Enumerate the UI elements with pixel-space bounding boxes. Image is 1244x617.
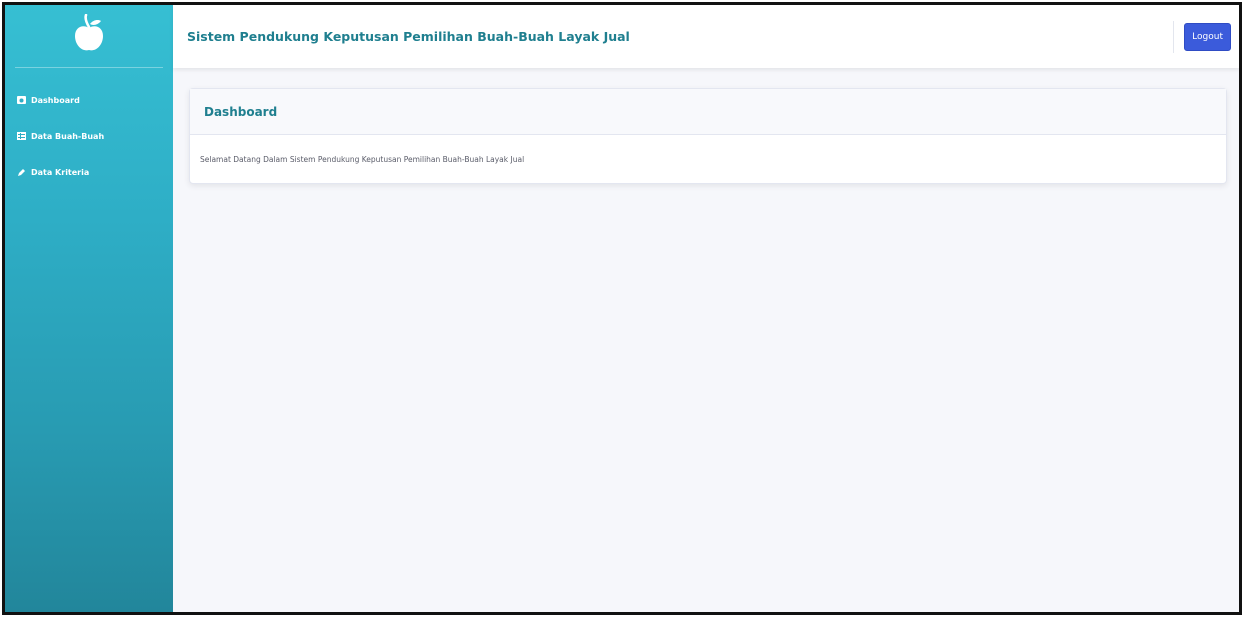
main-area: Sistem Pendukung Keputusan Pemilihan Bua…	[173, 5, 1239, 612]
topbar: Sistem Pendukung Keputusan Pemilihan Bua…	[173, 5, 1239, 68]
page-title: Sistem Pendukung Keputusan Pemilihan Bua…	[187, 29, 630, 44]
app-window: Dashboard Data Buah-Buah Data Kriteria S…	[2, 2, 1242, 615]
logout-button[interactable]: Logout	[1184, 22, 1231, 51]
card-title: Dashboard	[190, 89, 1226, 135]
sidebar-nav: Dashboard Data Buah-Buah Data Kriteria	[5, 68, 173, 190]
sidebar-item-label: Dashboard	[31, 95, 80, 105]
sidebar-item-label: Data Kriteria	[31, 167, 90, 177]
apple-icon	[72, 13, 106, 58]
topbar-divider	[1173, 20, 1175, 53]
topbar-right: Logout	[1173, 5, 1231, 68]
content: Dashboard Selamat Datang Dalam Sistem Pe…	[173, 68, 1239, 184]
pencil-icon	[17, 168, 26, 177]
sidebar: Dashboard Data Buah-Buah Data Kriteria	[5, 5, 173, 612]
sidebar-brand[interactable]	[15, 5, 163, 68]
dashboard-card: Dashboard Selamat Datang Dalam Sistem Pe…	[189, 88, 1227, 184]
tachometer-icon	[17, 96, 26, 105]
table-icon	[17, 132, 26, 141]
sidebar-item-data-buah[interactable]: Data Buah-Buah	[5, 118, 173, 154]
sidebar-item-label: Data Buah-Buah	[31, 131, 105, 141]
welcome-message: Selamat Datang Dalam Sistem Pendukung Ke…	[200, 154, 525, 164]
sidebar-item-dashboard[interactable]: Dashboard	[5, 82, 173, 118]
sidebar-item-data-kriteria[interactable]: Data Kriteria	[5, 154, 173, 190]
